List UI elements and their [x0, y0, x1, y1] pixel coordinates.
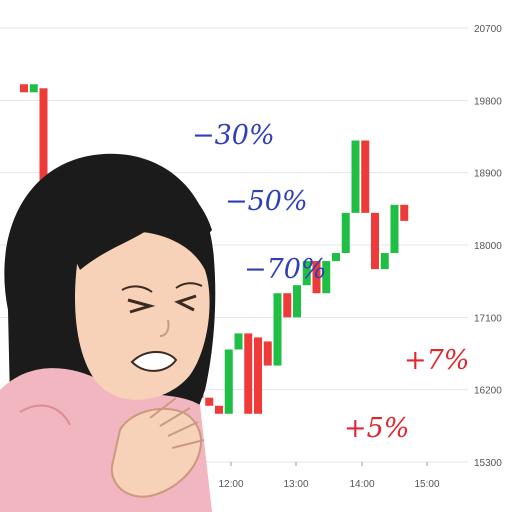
- y-tick-label: 20700: [474, 24, 502, 35]
- y-tick-label: 18900: [474, 169, 502, 180]
- candle-up: [351, 140, 360, 213]
- annotation-minus-30: −30%: [192, 120, 275, 151]
- candle-down: [263, 341, 272, 366]
- y-axis-ticks: 20700 19800 18900 18000 17100 16200 15300: [474, 24, 502, 469]
- y-tick-label: 15300: [474, 458, 502, 469]
- candle-up: [341, 212, 350, 254]
- y-tick-label: 17100: [474, 313, 502, 324]
- candle-down: [244, 333, 253, 414]
- x-tick-label: 13:00: [283, 479, 308, 490]
- candle-up: [273, 293, 282, 366]
- candle-up: [390, 204, 399, 254]
- candle-down: [361, 140, 370, 213]
- candle-down: [283, 293, 292, 318]
- x-axis-ticks: 12:00 13:00 14:00 15:00: [218, 462, 440, 490]
- y-tick-label: 16200: [474, 386, 502, 397]
- candle-up: [293, 285, 301, 318]
- annotation-plus-5: +5%: [344, 413, 410, 444]
- x-tick-label: 12:00: [218, 479, 243, 490]
- annotation-plus-7: +7%: [404, 345, 470, 376]
- crying-girl-illustration: [0, 153, 216, 512]
- candle-up: [380, 253, 389, 270]
- candle-down: [20, 84, 28, 93]
- x-tick-label: 14:00: [349, 479, 374, 490]
- candle-down: [400, 204, 409, 221]
- candle-up: [224, 349, 233, 414]
- candle-up: [234, 333, 243, 350]
- candle-up: [332, 253, 340, 262]
- candle-up: [29, 84, 38, 93]
- y-tick-label: 19800: [474, 96, 502, 107]
- x-tick-label: 15:00: [414, 479, 439, 490]
- annotation-minus-70: −70%: [244, 254, 327, 285]
- candle-down: [371, 212, 379, 270]
- candle-down: [254, 337, 262, 414]
- y-tick-label: 18000: [474, 241, 502, 252]
- annotation-minus-50: −50%: [225, 186, 308, 217]
